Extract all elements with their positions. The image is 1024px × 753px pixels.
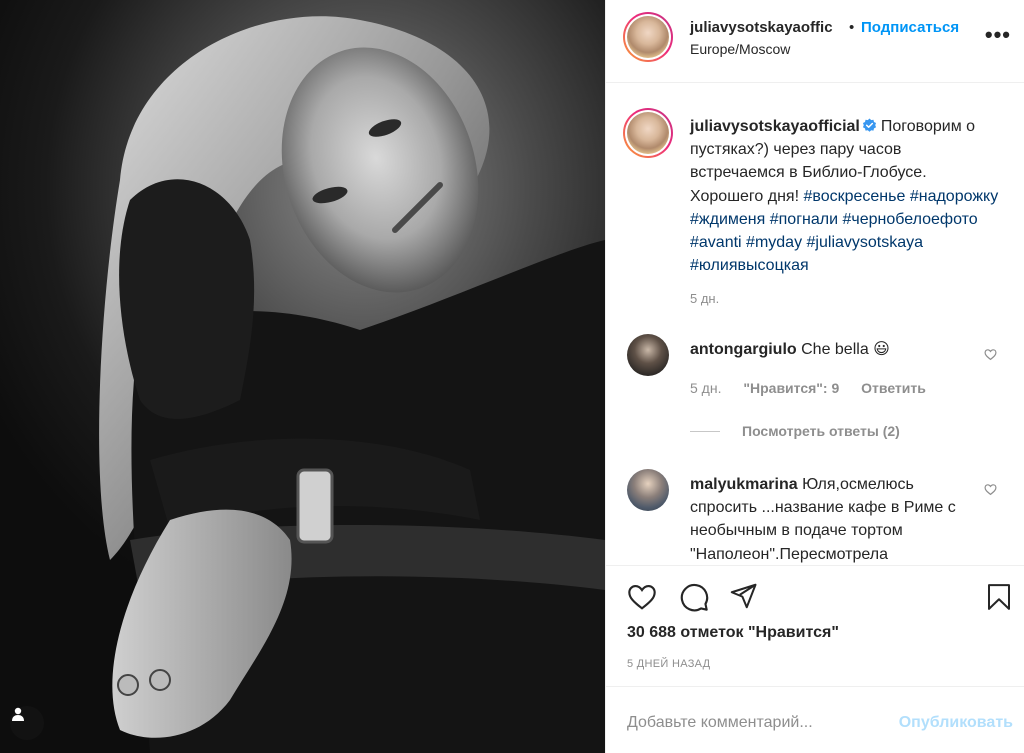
author-username[interactable]: juliavysotskayaoffic: [690, 19, 833, 36]
post-side-panel: juliavysotskayaoffic • Подписаться Europ…: [605, 0, 1024, 753]
caption-username[interactable]: juliavysotskayaofficial: [690, 118, 860, 135]
comment-like-heart-icon[interactable]: [984, 348, 997, 361]
more-options-icon[interactable]: •••: [985, 24, 1011, 46]
comment-like-heart-icon[interactable]: [984, 483, 997, 496]
commenter-avatar[interactable]: [627, 334, 669, 376]
emoji-icon: 😃: [873, 341, 890, 358]
post-date[interactable]: 5 ДНЕЙ НАЗАД: [627, 658, 710, 670]
save-bookmark-icon[interactable]: [984, 581, 1014, 613]
post-actions: 30 688 отметок "Нравится" 5 ДНЕЙ НАЗАД: [606, 565, 1024, 685]
comment: malyukmarina Юля,осмелюсь спросить ...на…: [690, 473, 982, 564]
post-caption: juliavysotskayaofficial Поговорим о пустя…: [690, 115, 1000, 277]
hashtag-link[interactable]: #юлиявысоцкая: [690, 257, 809, 274]
comment-username[interactable]: malyukmarina: [690, 476, 798, 493]
comment-meta: 5 дн. "Нравится": 9 Ответить: [690, 380, 944, 396]
comment-username[interactable]: antongargiulo: [690, 341, 797, 358]
caption-timestamp[interactable]: 5 дн.: [690, 291, 719, 306]
hashtag-link[interactable]: #воскресенье: [803, 188, 905, 205]
verified-badge-icon: [862, 118, 876, 132]
post-photo[interactable]: [0, 0, 605, 753]
likes-count[interactable]: 30 688 отметок "Нравится": [627, 624, 839, 642]
hashtag-link[interactable]: #myday: [746, 234, 802, 251]
replies-divider: [690, 430, 720, 432]
photo-illustration: [99, 16, 605, 753]
header-separator: •: [849, 19, 855, 36]
comment-bubble-icon[interactable]: [678, 581, 710, 613]
comment: antongargiulo Che bella 😃: [690, 338, 982, 361]
publish-button[interactable]: Опубликовать: [899, 714, 1013, 732]
hashtag-link[interactable]: #погнали: [770, 211, 838, 228]
add-comment-bar: Добавьте комментарий... Опубликовать: [606, 686, 1024, 753]
reply-button[interactable]: Ответить: [861, 380, 926, 396]
comment-text: Che bella: [801, 341, 869, 358]
view-replies-label: Посмотреть ответы (2): [742, 423, 900, 439]
follow-button[interactable]: Подписаться: [861, 19, 959, 36]
comments-section: juliavysotskayaofficial Поговорим о пустя…: [606, 84, 1024, 564]
comment-input[interactable]: Добавьте комментарий...: [627, 714, 813, 732]
post-header: juliavysotskayaoffic • Подписаться Europ…: [606, 0, 1024, 83]
user-icon: [12, 707, 24, 721]
share-paper-plane-icon[interactable]: [728, 581, 758, 611]
comment-likes[interactable]: "Нравится": 9: [743, 380, 839, 396]
commenter-avatar[interactable]: [627, 469, 669, 511]
view-replies-button[interactable]: Посмотреть ответы (2): [690, 423, 900, 439]
tagged-users-button[interactable]: [10, 706, 44, 740]
hashtag-link[interactable]: #avanti: [690, 234, 742, 251]
author-avatar[interactable]: [623, 12, 673, 62]
caption-author-avatar[interactable]: [623, 108, 673, 158]
hashtag-link[interactable]: #ждименя: [690, 211, 765, 228]
like-heart-icon[interactable]: [626, 581, 658, 613]
post-location[interactable]: Europe/Moscow: [690, 41, 790, 57]
hashtag-link[interactable]: #надорожку: [910, 188, 998, 205]
comment-timestamp[interactable]: 5 дн.: [690, 380, 721, 396]
hashtag-link[interactable]: #juliavysotskaya: [807, 234, 924, 251]
hashtag-link[interactable]: #чернобелоефото: [843, 211, 978, 228]
